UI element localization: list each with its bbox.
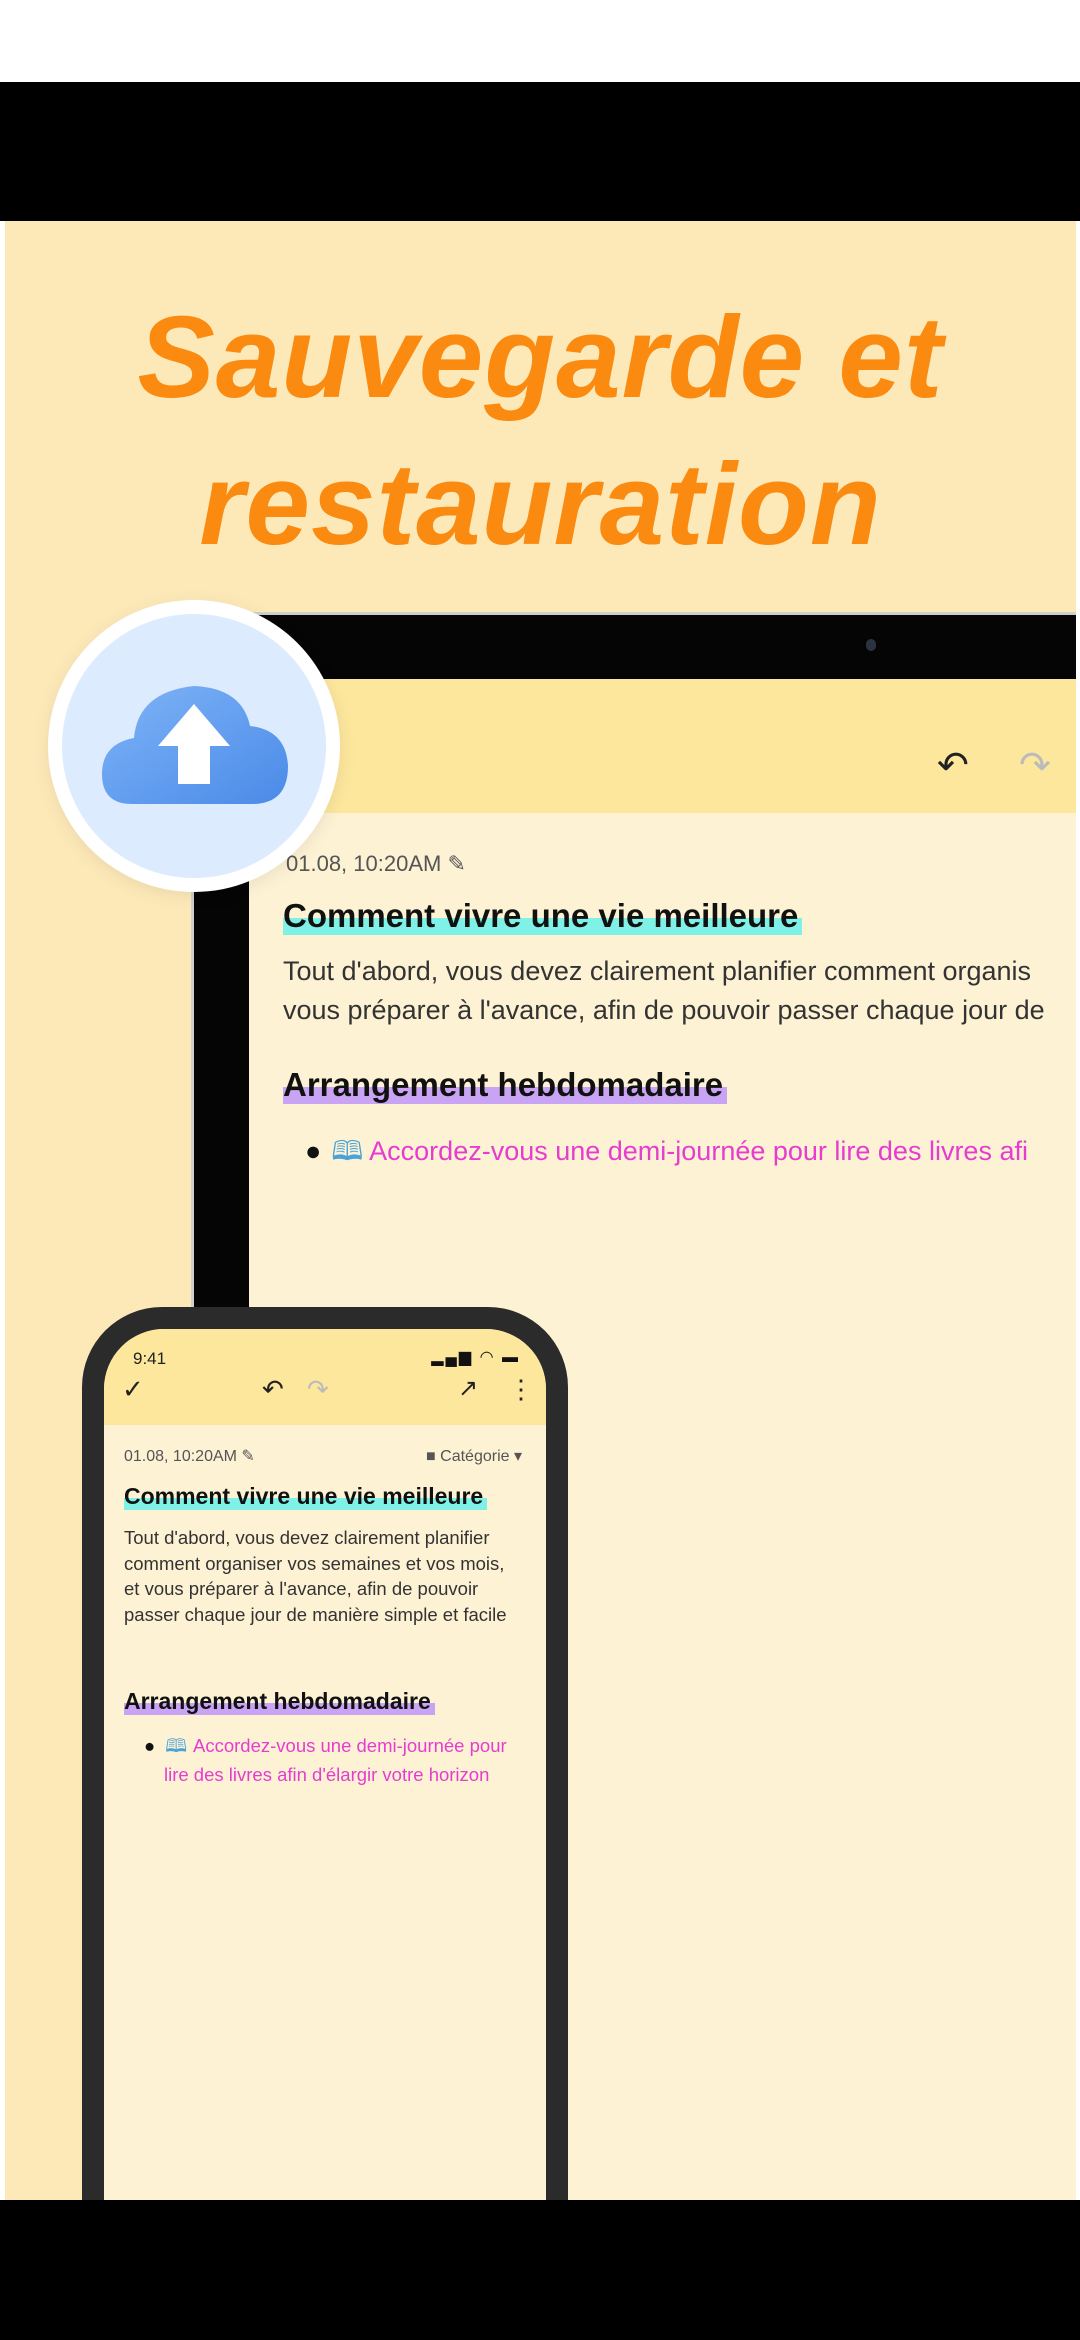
note-subheading: Arrangement hebdomadaire bbox=[124, 1688, 435, 1715]
check-icon[interactable]: ✓ bbox=[122, 1374, 144, 1405]
undo-icon[interactable]: ↶ bbox=[937, 743, 969, 788]
note-date: 01.08, 10:20AM ✎ bbox=[124, 1448, 255, 1465]
note-heading: Comment vivre une vie meilleure bbox=[124, 1483, 488, 1510]
phone-toolbar: 9:41 ▂▄▆ ◠ ▬ ✓ ↶ ↷ ↗ ⋮ bbox=[104, 1329, 546, 1425]
phone-mockup: 9:41 ▂▄▆ ◠ ▬ ✓ ↶ ↷ ↗ ⋮ 01.08, 10:20AM ✎ … bbox=[82, 1307, 568, 2200]
camera bbox=[866, 639, 876, 651]
pencil-icon[interactable]: ✎ bbox=[447, 851, 465, 876]
cloud-badge bbox=[48, 600, 340, 892]
chevron-down-icon: ▾ bbox=[513, 1448, 522, 1465]
more-icon[interactable]: ⋮ bbox=[508, 1374, 534, 1405]
bottom-bar bbox=[0, 2200, 1080, 2340]
note-paragraph: Tout d'abord, vous devez clairement plan… bbox=[283, 952, 1045, 1030]
paragraph-line: Tout d'abord, vous devez clairement plan… bbox=[283, 956, 1032, 986]
note-heading: Comment vivre une vie meilleure bbox=[283, 897, 803, 935]
bullet-icon: ● bbox=[144, 1735, 156, 1756]
redo-icon[interactable]: ↷ bbox=[307, 1374, 329, 1405]
bullet-icon: ● bbox=[305, 1136, 322, 1166]
tablet-toolbar: ↶ ↷ bbox=[249, 679, 1076, 813]
note-subheading: Arrangement hebdomadaire bbox=[283, 1066, 728, 1104]
folder-icon: ■ bbox=[426, 1448, 436, 1465]
note-paragraph: Tout d'abord, vous devez clairement plan… bbox=[124, 1527, 507, 1625]
redo-icon[interactable]: ↷ bbox=[1019, 743, 1051, 788]
phone-screen: 9:41 ▂▄▆ ◠ ▬ ✓ ↶ ↷ ↗ ⋮ 01.08, 10:20AM ✎ … bbox=[104, 1329, 546, 2200]
promo-banner: Sauvegarde et restauration ↶ ↷ 01.08, 10… bbox=[5, 221, 1076, 2200]
pencil-icon[interactable]: ✎ bbox=[241, 1448, 254, 1465]
category-dropdown[interactable]: ■ Catégorie ▾ bbox=[426, 1446, 522, 1466]
undo-icon[interactable]: ↶ bbox=[262, 1374, 284, 1405]
list-item: ● 🕮 Accordez-vous une demi-journée pour li… bbox=[305, 1136, 1028, 1166]
signal-wifi-battery-icon: ▂▄▆ ◠ ▬ bbox=[431, 1349, 520, 1366]
paragraph-line: vous préparer à l'avance, afin de pouvoi… bbox=[283, 995, 1045, 1025]
status-time: 9:41 bbox=[133, 1349, 167, 1368]
book-icon: 🕮 bbox=[331, 1136, 364, 1166]
share-icon[interactable]: ↗ bbox=[458, 1374, 478, 1403]
promo-title-line2: restauration bbox=[199, 439, 882, 569]
list-item: ● 🕮 Accordez-vous une demi-journée pour li… bbox=[144, 1735, 507, 1785]
book-icon: 🕮 bbox=[165, 1735, 187, 1756]
status-area bbox=[0, 0, 1080, 82]
promo-title-line1: Sauvegarde et bbox=[137, 292, 944, 422]
top-bar bbox=[0, 82, 1080, 221]
cloud-upload-icon bbox=[102, 686, 288, 804]
